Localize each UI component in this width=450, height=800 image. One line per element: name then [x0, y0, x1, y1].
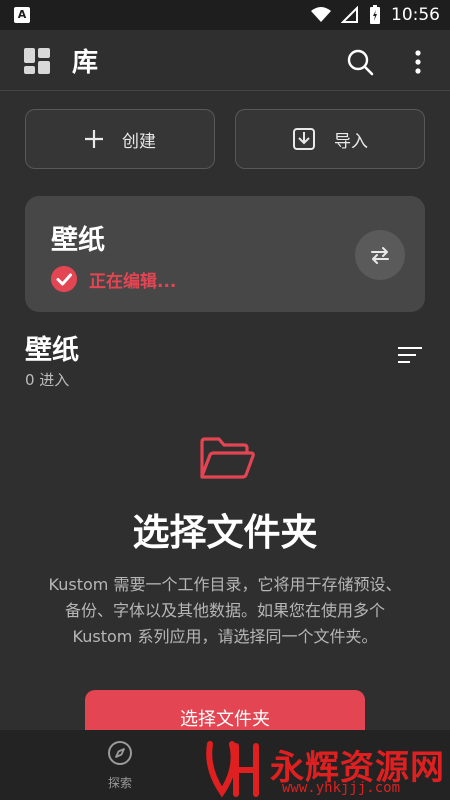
- page-title: 库: [72, 48, 99, 78]
- swap-button[interactable]: [355, 230, 405, 280]
- import-icon: [293, 128, 315, 150]
- folder-open-icon: [200, 437, 255, 479]
- card-title: 壁纸: [51, 225, 105, 256]
- watermark: 永辉资源网 www.yhkjjj.com: [200, 738, 450, 800]
- entry-count: 0 进入: [25, 371, 70, 389]
- wifi-icon: [311, 7, 331, 22]
- appbar-divider: [0, 90, 450, 91]
- editing-status: 正在编辑...: [89, 272, 177, 292]
- watermark-url: www.yhkjjj.com: [282, 780, 401, 796]
- import-label: 导入: [334, 131, 368, 152]
- nav-explore[interactable]: 探索: [100, 740, 140, 791]
- notification-icon: A: [14, 7, 30, 23]
- clock: 10:56: [391, 5, 440, 25]
- check-circle-icon: [51, 266, 77, 292]
- status-bar: A 10:56: [0, 0, 450, 30]
- create-label: 创建: [122, 131, 156, 152]
- section-title: 壁纸: [25, 335, 79, 366]
- signal-icon: [341, 6, 358, 23]
- nav-explore-label: 探索: [107, 776, 132, 790]
- swap-icon: [371, 247, 389, 264]
- import-button[interactable]: 导入: [235, 109, 425, 169]
- app-bar: 库: [0, 30, 450, 90]
- compass-icon: [108, 741, 132, 765]
- status-icons: 10:56: [311, 5, 440, 25]
- empty-state-title: 选择文件夹: [132, 511, 318, 554]
- plus-icon: [85, 130, 103, 148]
- battery-icon: [370, 5, 380, 24]
- app-logo-icon[interactable]: [24, 48, 50, 74]
- current-preset-card[interactable]: 壁纸 正在编辑...: [25, 196, 425, 312]
- search-icon[interactable]: [346, 48, 374, 76]
- create-button[interactable]: 创建: [25, 109, 215, 169]
- empty-state-description: Kustom 需要一个工作目录，它将用于存储预设、备份、字体以及其他数据。如果您…: [48, 575, 402, 646]
- more-options-icon[interactable]: [410, 48, 426, 76]
- select-folder-label: 选择文件夹: [180, 709, 270, 730]
- watermark-logo-icon: [206, 741, 259, 798]
- sort-icon[interactable]: [398, 346, 422, 364]
